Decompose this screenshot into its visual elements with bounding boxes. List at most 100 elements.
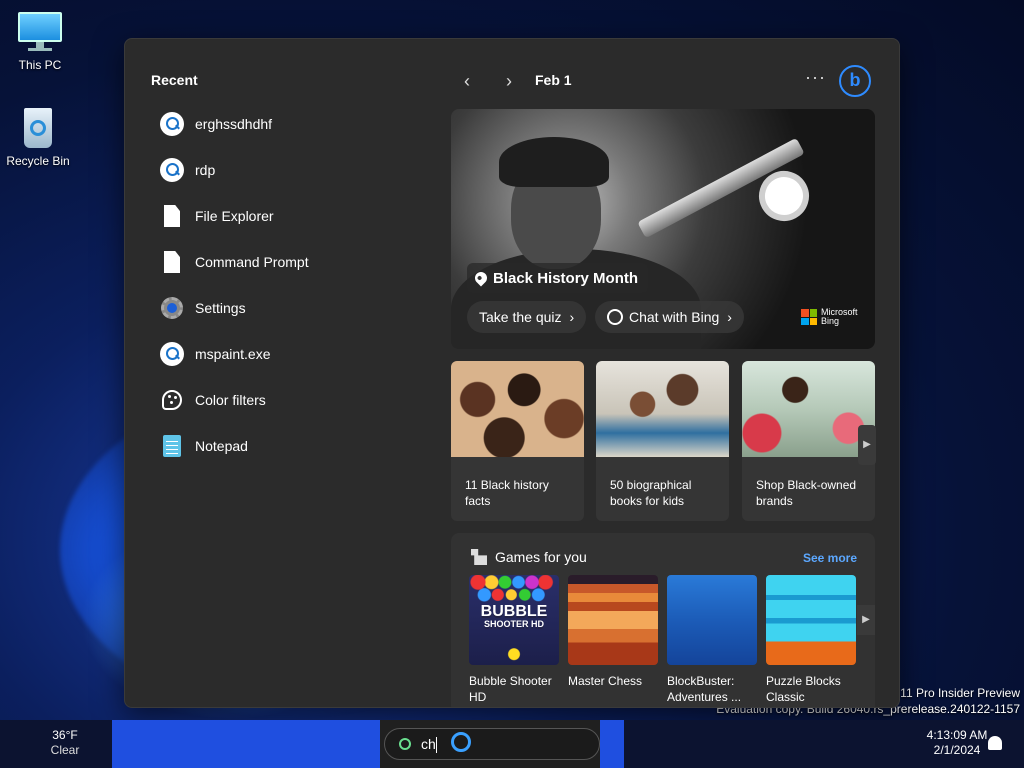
recent-item-label: mspaint.exe [195,346,271,362]
recent-item-label: erghssdhdhf [195,116,273,132]
document-icon [164,251,180,273]
recent-item-erghssdhdhf[interactable]: erghssdhdhf [159,101,419,147]
card-title-line-1: 11 Black history [465,478,549,492]
chevron-right-icon: › [506,71,512,91]
bubble-shooter-logo-line-2: SHOOTER HD [483,619,544,629]
caret-right-icon: ▶ [862,614,870,625]
card-image [596,361,729,457]
search-icon [160,342,184,366]
taskbar: 36°F Clear ch 4:13:09 AM 2/1/2024 [0,720,1024,768]
desktop-icon-this-pc[interactable]: This PC [2,10,78,72]
location-pin-icon [472,269,490,287]
next-day-button[interactable]: › [497,69,521,93]
notepad-icon [163,435,181,457]
see-more-link[interactable]: See more [803,551,857,565]
chevron-right-icon: › [569,309,575,325]
weather-condition: Clear [50,743,80,757]
recent-item-settings[interactable]: Settings [159,285,419,331]
previous-day-button[interactable]: ‹ [455,69,479,93]
game-blockbuster-adventures[interactable]: BlockBuster: Adventures ... [667,575,757,705]
card-image [742,361,875,457]
card-black-owned-brands[interactable]: Shop Black-owned brands [742,361,875,521]
recent-item-mspaint[interactable]: mspaint.exe [159,331,419,377]
bing-chat-button[interactable]: b [839,65,871,97]
chess-piece-icon [471,549,487,565]
recent-item-label: Notepad [195,438,248,454]
weather-widget[interactable]: 36°F Clear [30,728,100,758]
game-name-line-1: Puzzle Blocks [766,674,841,688]
notification-bell-icon[interactable] [988,736,1002,750]
recent-item-label: File Explorer [195,208,274,224]
game-thumbnail [568,575,658,665]
game-bubble-shooter[interactable]: BUBBLE SHOOTER HD Bubble Shooter HD [469,575,559,705]
hero-title-text: Black History Month [493,269,639,287]
recycle-bin-icon [16,106,60,150]
gear-icon [161,297,183,319]
text-caret [435,737,437,754]
copilot-icon[interactable] [451,732,471,752]
hero-card-black-history-month[interactable]: Black History Month Take the quiz › Chat… [451,109,875,349]
games-for-you-section: Games for you See more BUBBLE SHOOTER HD… [451,533,875,707]
chat-with-bing-button[interactable]: Chat with Bing › [595,301,744,333]
search-icon [160,112,184,136]
recent-heading: Recent [151,72,198,88]
more-options-button[interactable]: ··· [805,67,826,88]
game-master-chess[interactable]: Master Chess [568,575,658,689]
bing-logo-icon: b [849,70,861,90]
recent-item-rdp[interactable]: rdp [159,147,419,193]
taskbar-search: ch [380,720,600,768]
card-title-line-2: books for kids [610,494,685,508]
monitor-icon [18,10,62,54]
card-image [451,361,584,457]
bubble-shooter-logo-line-1: BUBBLE [480,603,548,620]
game-name-line-1: BlockBuster: [667,674,735,688]
cards-scroll-right-button[interactable]: ▶ [858,425,876,465]
highlight-date: Feb 1 [535,72,572,88]
ellipsis-icon: ··· [805,67,826,87]
desktop-icon-recycle-bin[interactable]: Recycle Bin [0,106,76,168]
game-thumbnail [766,575,856,665]
brand-line-2: Bing [821,316,840,326]
card-title-line-2: facts [465,494,491,508]
desktop-icon-label: This PC [18,58,62,72]
game-name-line-2: Classic [766,690,805,704]
taskbar-wallpaper-strip [112,720,380,768]
hero-title[interactable]: Black History Month [467,263,649,293]
microsoft-logo-icon [801,309,817,325]
recent-item-label: Settings [195,300,246,316]
watermark-line-1: 11 Pro Insider Preview [900,686,1020,700]
take-quiz-label: Take the quiz [479,309,562,325]
recent-item-label: Command Prompt [195,254,309,270]
recent-item-label: rdp [195,162,216,178]
games-scroll-right-button[interactable]: ▶ [857,605,875,635]
card-title-line-1: 50 biographical [610,478,692,492]
game-puzzle-blocks-classic[interactable]: Puzzle Blocks Classic [766,575,856,705]
palette-icon [162,390,182,410]
recent-item-color-filters[interactable]: Color filters [159,377,419,423]
desktop-icon-label: Recycle Bin [6,154,70,168]
card-biographical-books[interactable]: 50 biographical books for kids [596,361,729,521]
search-query-text: ch [421,736,436,752]
games-heading-text: Games for you [495,549,587,565]
search-icon [160,158,184,182]
hero-image-cap [499,137,609,187]
taskbar-wallpaper-strip [600,720,624,768]
game-name-line-2: Adventures ... [667,690,742,704]
document-icon [164,205,180,227]
search-flyout-panel: Recent erghssdhdhf rdp File Explorer Com… [124,38,900,708]
microsoft-bing-brand: Microsoft Bing [801,308,858,326]
game-name-line-2: HD [469,690,487,704]
recent-item-file-explorer[interactable]: File Explorer [159,193,419,239]
chevron-right-icon: › [727,309,732,325]
highlights-nav-bar: ‹ › Feb 1 ··· b [455,65,875,97]
recent-item-notepad[interactable]: Notepad [159,423,419,469]
card-title-line-1: Shop Black-owned [756,478,857,492]
card-black-history-facts[interactable]: 11 Black history facts [451,361,584,521]
take-quiz-button[interactable]: Take the quiz › [467,301,587,333]
highlight-cards: 11 Black history facts 50 biographical b… [451,361,876,521]
recent-item-label: Color filters [195,392,266,408]
recent-item-command-prompt[interactable]: Command Prompt [159,239,419,285]
search-icon [399,738,411,750]
card-title-line-2: brands [756,494,793,508]
taskbar-search-input[interactable]: ch [384,728,600,760]
